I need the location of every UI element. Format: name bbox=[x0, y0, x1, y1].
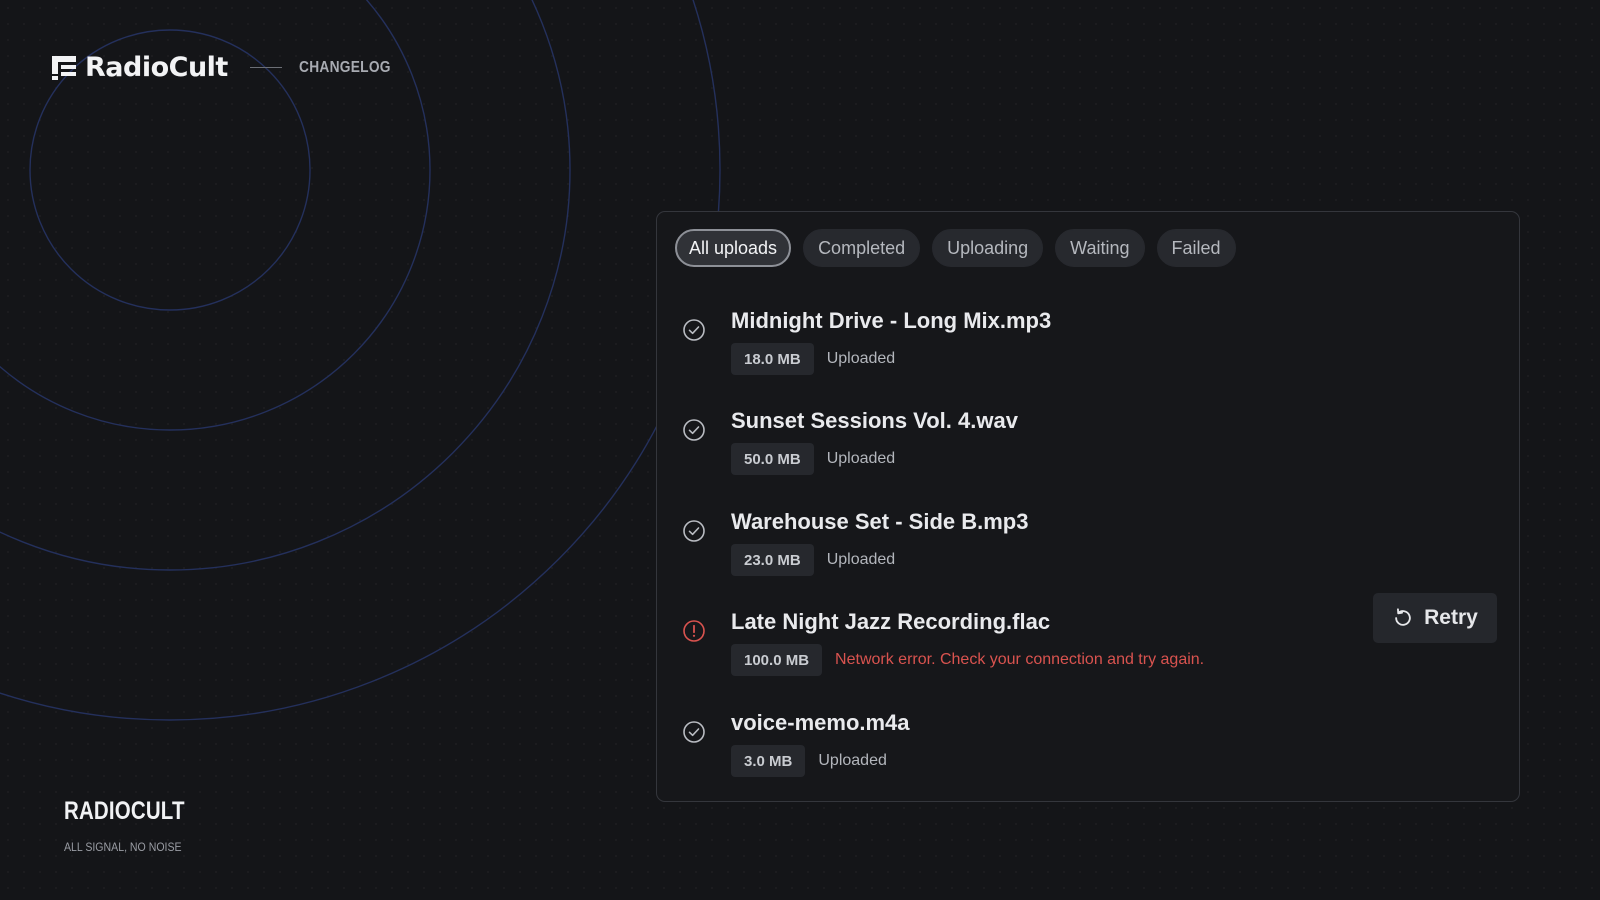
upload-status: Uploaded bbox=[826, 450, 896, 467]
upload-status: Uploaded bbox=[826, 551, 896, 568]
file-name: Midnight Drive - Long Mix.mp3 bbox=[731, 308, 1052, 333]
upload-item: Warehouse Set - Side B.mp3 23.0 MB Uploa… bbox=[657, 509, 1519, 599]
check-circle-icon bbox=[683, 721, 705, 743]
upload-error-message: Network error. Check your connection and… bbox=[835, 651, 1205, 668]
tab-all-uploads[interactable]: All uploads bbox=[675, 229, 792, 267]
file-size-badge: 3.0 MB bbox=[731, 745, 806, 777]
file-size-badge: 18.0 MB bbox=[731, 343, 814, 375]
footer-brand-name: RADIOCULT bbox=[64, 797, 185, 825]
file-name: Late Night Jazz Recording.flac bbox=[731, 609, 1051, 634]
tab-failed[interactable]: Failed bbox=[1156, 229, 1236, 267]
check-circle-icon bbox=[683, 419, 705, 441]
footer-brand: RADIOCULT ALL SIGNAL, NO NOISE bbox=[64, 797, 211, 854]
upload-filter-tabs: All uploads Completed Uploading Waiting … bbox=[675, 229, 1236, 267]
brand-name[interactable]: RadioCult bbox=[85, 52, 228, 83]
file-meta: 18.0 MB Uploaded bbox=[731, 343, 895, 375]
upload-item: voice-memo.m4a 3.0 MB Uploaded bbox=[657, 710, 1519, 800]
file-size-badge: 50.0 MB bbox=[731, 443, 814, 475]
check-circle-icon bbox=[683, 319, 705, 341]
file-size-badge: 23.0 MB bbox=[731, 544, 814, 576]
footer-tagline: ALL SIGNAL, NO NOISE bbox=[64, 840, 182, 854]
brand-divider bbox=[249, 67, 282, 68]
tab-uploading[interactable]: Uploading bbox=[932, 229, 1044, 267]
retry-button[interactable]: Retry bbox=[1373, 593, 1497, 643]
file-name: Sunset Sessions Vol. 4.wav bbox=[731, 408, 1018, 433]
file-meta: 3.0 MB Uploaded bbox=[731, 745, 887, 777]
upload-status: Uploaded bbox=[826, 350, 896, 367]
file-name: voice-memo.m4a bbox=[731, 710, 910, 735]
error-circle-icon bbox=[683, 620, 705, 642]
uploads-panel: All uploads Completed Uploading Waiting … bbox=[656, 211, 1520, 802]
upload-item: Midnight Drive - Long Mix.mp3 18.0 MB Up… bbox=[657, 308, 1519, 398]
file-meta: 50.0 MB Uploaded bbox=[731, 443, 895, 475]
file-size-badge: 100.0 MB bbox=[731, 644, 823, 676]
file-meta: 100.0 MB Network error. Check your conne… bbox=[731, 644, 1204, 676]
upload-status: Uploaded bbox=[818, 752, 887, 769]
tab-completed[interactable]: Completed bbox=[803, 229, 921, 267]
tab-waiting[interactable]: Waiting bbox=[1055, 229, 1145, 267]
file-name: Warehouse Set - Side B.mp3 bbox=[731, 509, 1029, 534]
retry-label: Retry bbox=[1424, 606, 1478, 629]
retry-icon bbox=[1395, 608, 1411, 626]
radiocult-logo-icon bbox=[52, 55, 76, 80]
brand-header: RadioCult CHANGELOG bbox=[52, 52, 406, 83]
upload-item: Sunset Sessions Vol. 4.wav 50.0 MB Uploa… bbox=[657, 408, 1519, 498]
check-circle-icon bbox=[683, 520, 705, 542]
file-meta: 23.0 MB Uploaded bbox=[731, 544, 895, 576]
upload-item-failed: Late Night Jazz Recording.flac 100.0 MB … bbox=[657, 593, 1519, 699]
brand-section-label[interactable]: CHANGELOG bbox=[299, 59, 391, 77]
